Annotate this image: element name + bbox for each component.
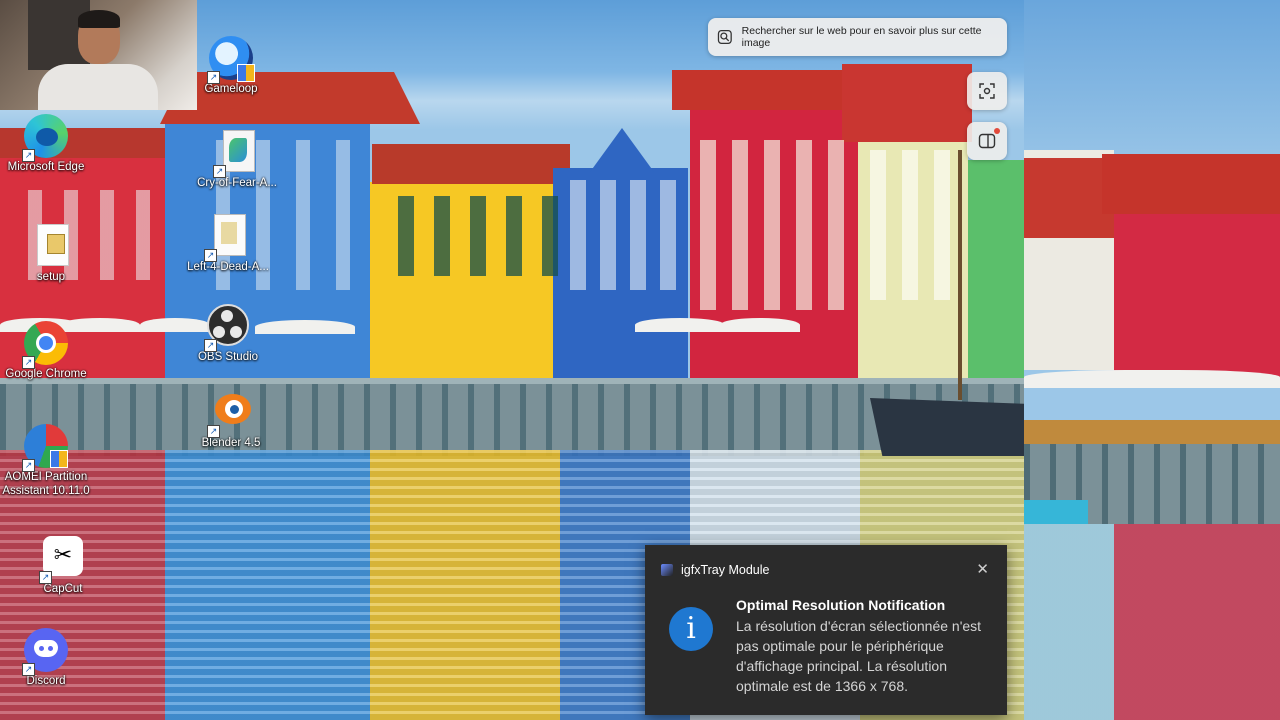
info-icon: i: [669, 607, 713, 651]
desktop-icon-discord[interactable]: ↗ Discord: [0, 626, 94, 688]
desktop-icon-label: Microsoft Edge: [7, 161, 85, 173]
shortcut-arrow-icon: ↗: [204, 249, 217, 262]
desktop-icon-label: Cry-of-Fear-A...: [197, 177, 277, 189]
shortcut-arrow-icon: ↗: [22, 149, 35, 162]
desktop-icon-label: Left-4-Dead-A...: [187, 261, 269, 273]
shortcut-arrow-icon: ↗: [22, 356, 35, 369]
side-panel-icon: [978, 133, 996, 149]
desktop-icon-google-chrome[interactable]: ↗ Google Chrome: [0, 319, 94, 381]
desktop-icon-label: Discord: [26, 675, 66, 687]
capcut-icon: ✂ ↗: [39, 534, 87, 584]
canal-quay: [0, 378, 1024, 456]
webcam-overlay: [0, 0, 197, 110]
desktop-icon-label: AOMEI Partition Assistant 10.11.0: [2, 471, 90, 497]
gameloop-icon: ↗: [207, 34, 255, 84]
discord-icon: ↗: [22, 626, 70, 676]
shortcut-arrow-icon: ↗: [204, 339, 217, 352]
desktop-icon-obs-studio[interactable]: ↗ OBS Studio: [180, 302, 276, 364]
setup-icon: [27, 222, 75, 270]
desktop-icon-label: OBS Studio: [197, 351, 259, 363]
wallpaper-extension: [1024, 0, 1280, 720]
desktop-icon-microsoft-edge[interactable]: ↗ Microsoft Edge: [0, 112, 94, 174]
chrome-icon: ↗: [22, 319, 70, 369]
edge-icon: ↗: [22, 112, 70, 162]
screen-capture-button[interactable]: [967, 72, 1007, 110]
desktop-icon-setup[interactable]: setup: [3, 222, 99, 284]
obs-icon: ↗: [204, 302, 252, 352]
desktop-icon-blender[interactable]: ↗ Blender 4.5: [183, 388, 279, 450]
toast-app-header: igfxTray Module: [661, 563, 769, 577]
aomei-icon: ↗: [22, 422, 70, 472]
shortcut-arrow-icon: ↗: [207, 425, 220, 438]
toast-title: Optimal Resolution Notification: [736, 597, 946, 613]
screen-capture-icon: [979, 83, 995, 99]
close-icon[interactable]: ✕: [976, 560, 989, 578]
desktop-icon-label: Gameloop: [204, 83, 258, 95]
shortcut-arrow-icon: ↗: [39, 571, 52, 584]
file-icon: ↗: [213, 128, 261, 178]
desktop-icon-label: CapCut: [43, 583, 83, 595]
igfx-tray-icon: [661, 564, 673, 576]
shortcut-arrow-icon: ↗: [207, 71, 220, 84]
desktop-icon-left-4-dead[interactable]: ↗ Left-4-Dead-A...: [180, 212, 276, 274]
file-icon: ↗: [204, 212, 252, 262]
toast-app-name: igfxTray Module: [681, 563, 770, 577]
desktop-icon-label: Google Chrome: [5, 368, 87, 380]
toast-notification[interactable]: igfxTray Module ✕ i Optimal Resolution N…: [645, 545, 1007, 715]
shortcut-arrow-icon: ↗: [22, 459, 35, 472]
toast-body: La résolution d'écran sélectionnée n'est…: [736, 618, 982, 694]
desktop-icon-label: Blender 4.5: [201, 437, 261, 449]
desktop-icon-capcut[interactable]: ✂ ↗ CapCut: [15, 534, 111, 596]
visual-search-icon: [717, 30, 732, 44]
visual-search-bar[interactable]: Rechercher sur le web pour en savoir plu…: [708, 18, 1007, 56]
desktop-icon-gameloop[interactable]: ↗ Gameloop: [183, 34, 279, 96]
notification-dot: [994, 128, 1000, 134]
visual-search-label: Rechercher sur le web pour en savoir plu…: [741, 25, 982, 49]
desktop-icon-label: setup: [36, 271, 66, 283]
shortcut-arrow-icon: ↗: [213, 165, 226, 178]
blender-icon: ↗: [207, 388, 255, 438]
desktop-icon-aomei-partition-assistant[interactable]: ↗ AOMEI Partition Assistant 10.11.0: [0, 422, 94, 498]
desktop-icon-cry-of-fear[interactable]: ↗ Cry-of-Fear-A...: [189, 128, 285, 190]
boat: [870, 398, 1024, 456]
shortcut-arrow-icon: ↗: [22, 663, 35, 676]
side-panel-button[interactable]: [967, 122, 1007, 160]
